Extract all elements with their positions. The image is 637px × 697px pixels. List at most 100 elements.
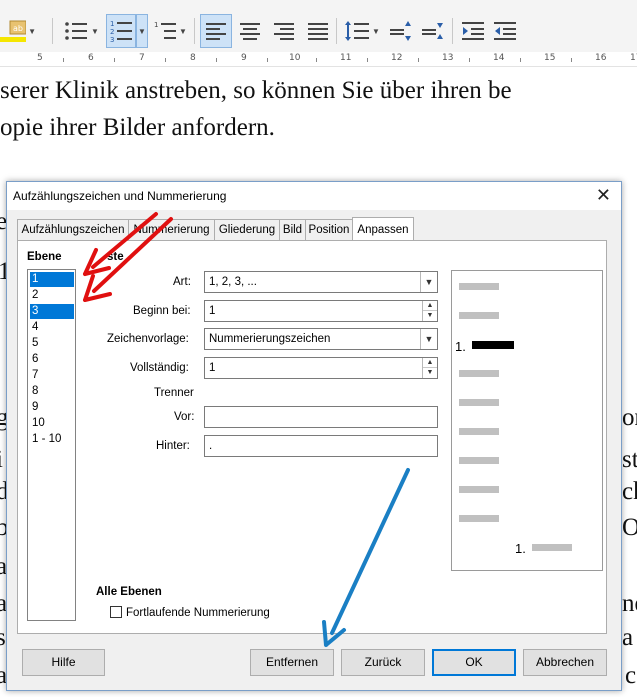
zeichenvorlage-combobox[interactable]: Nummerierungszeichen ▼ [204, 328, 438, 350]
tab-bild[interactable]: Bild [279, 219, 306, 240]
preview-number-label: 1. [455, 339, 466, 354]
ruler-number: 5 [37, 53, 43, 63]
tab-gliederung[interactable]: Gliederung [214, 219, 280, 240]
beginn-spinbox[interactable]: 1 ▲ ▼ [204, 300, 438, 322]
document-text-line[interactable]: opie ihrer Bilder anfordern. [0, 114, 275, 142]
paragraph-spacing-decrease-icon[interactable] [418, 14, 448, 48]
vor-input[interactable] [204, 406, 438, 428]
level-heading: Ebene [27, 251, 62, 263]
document-edge-text: c [625, 662, 637, 689]
svg-text:ab: ab [13, 24, 23, 33]
level-listbox[interactable]: 1 2 3 4 5 6 7 8 9 10 1 - 10 [27, 269, 76, 621]
document-edge-text: ch [622, 478, 637, 505]
hinter-input[interactable]: . [204, 435, 438, 457]
spin-buttons[interactable]: ▲ ▼ [422, 358, 437, 378]
level-item-3[interactable]: 3 [30, 304, 74, 319]
ruler[interactable]: 5 6 7 8 9 10 11 12 13 14 15 16 17 [0, 52, 637, 67]
outline-list-icon[interactable]: 1 ▼ [152, 14, 188, 48]
chevron-down-icon[interactable]: ▼ [420, 272, 437, 292]
svg-text:2: 2 [110, 28, 114, 36]
level-item-9[interactable]: 9 [30, 400, 74, 415]
paragraph-spacing-increase-icon[interactable] [386, 14, 416, 48]
dialog-titlebar[interactable]: Aufzählungszeichen und Nummerierung ✕ [7, 182, 621, 210]
preview-line [459, 486, 499, 493]
preview-line [459, 457, 499, 464]
ok-button[interactable]: OK [432, 649, 516, 676]
preview-line [459, 428, 499, 435]
tab-nummerierung[interactable]: Nummerierung [128, 219, 215, 240]
level-item-6[interactable]: 6 [30, 352, 74, 367]
align-left-icon[interactable] [200, 14, 232, 48]
formatting-toolbar: ab ▼ ▼ 123 ▼ 1 ▼ ▼ [0, 0, 637, 53]
line-spacing-icon[interactable]: ▼ [342, 14, 382, 48]
art-value: 1, 2, 3, ... [209, 276, 257, 288]
level-item-all[interactable]: 1 - 10 [30, 432, 74, 447]
level-item-7[interactable]: 7 [30, 368, 74, 383]
ruler-number: 11 [340, 53, 352, 63]
indent-decrease-icon[interactable] [490, 14, 520, 48]
level-item-2[interactable]: 2 [30, 288, 74, 303]
ruler-number: 15 [544, 53, 556, 63]
svg-text:3: 3 [110, 36, 114, 43]
ruler-number: 14 [493, 53, 505, 63]
chevron-down-icon[interactable]: ▼ [420, 329, 437, 349]
document-edge-text: O [622, 514, 637, 541]
vollstaendig-label: Vollständig: [130, 362, 189, 374]
align-center-icon[interactable] [234, 14, 266, 48]
preview-line [459, 283, 499, 290]
dialog-title: Aufzählungszeichen und Nummerierung [13, 189, 227, 203]
ruler-number: 9 [241, 53, 247, 63]
ordered-list-dropdown-icon[interactable]: ▼ [136, 14, 148, 48]
vollstaendig-spinbox[interactable]: 1 ▲ ▼ [204, 357, 438, 379]
level-item-10[interactable]: 10 [30, 416, 74, 431]
unordered-list-icon[interactable]: ▼ [62, 14, 100, 48]
document-text-line[interactable]: serer Klinik anstreben, so können Sie üb… [0, 77, 512, 105]
tab-position[interactable]: Position [305, 219, 353, 240]
continuous-numbering-label[interactable]: Fortlaufende Nummerierung [126, 607, 270, 619]
justify-icon[interactable] [302, 14, 334, 48]
zeichenvorlage-label: Zeichenvorlage: [107, 333, 189, 345]
level-item-5[interactable]: 5 [30, 336, 74, 351]
remove-button[interactable]: Entfernen [250, 649, 334, 676]
level-item-8[interactable]: 8 [30, 384, 74, 399]
highlight-color-icon[interactable]: ab ▼ [0, 14, 36, 48]
numbering-preview: 1. 1. [451, 270, 603, 571]
tab-anpassen[interactable]: Anpassen [352, 217, 414, 240]
back-button[interactable]: Zurück [341, 649, 425, 676]
spin-buttons[interactable]: ▲ ▼ [422, 301, 437, 321]
preview-line [459, 312, 499, 319]
svg-text:1: 1 [154, 21, 158, 29]
ruler-number: 16 [595, 53, 607, 63]
continuous-numbering-checkbox[interactable] [110, 606, 122, 618]
cancel-button[interactable]: Abbrechen [523, 649, 607, 676]
help-button[interactable]: Hilfe [22, 649, 105, 676]
ordered-list-icon[interactable]: 123 [106, 14, 136, 48]
trenner-label: Trenner [154, 387, 194, 399]
preview-line [459, 515, 499, 522]
ruler-number: 6 [88, 53, 94, 63]
document-edge-text: ne [622, 590, 637, 617]
vor-label: Vor: [174, 411, 195, 423]
ruler-number: 12 [391, 53, 403, 63]
document-edge-text: or [622, 404, 637, 431]
align-right-icon[interactable] [268, 14, 300, 48]
ruler-number: 17 [630, 53, 637, 63]
level-item-1[interactable]: 1 [30, 272, 74, 287]
document-edge-text: s [0, 624, 6, 651]
ruler-number: 13 [442, 53, 454, 63]
list-heading: ste [107, 251, 124, 263]
document-edge-text: st [622, 446, 637, 473]
beginn-label: Beginn bei: [133, 305, 191, 317]
indent-increase-icon[interactable] [458, 14, 488, 48]
svg-text:1: 1 [110, 20, 114, 28]
preview-number-label: 1. [515, 541, 526, 556]
preview-line [459, 370, 499, 377]
preview-line [459, 399, 499, 406]
preview-line [532, 544, 572, 551]
close-icon[interactable]: ✕ [596, 185, 611, 205]
art-combobox[interactable]: 1, 2, 3, ... ▼ [204, 271, 438, 293]
tab-aufzaehlungszeichen[interactable]: Aufzählungszeichen [17, 219, 129, 240]
level-item-4[interactable]: 4 [30, 320, 74, 335]
ruler-number: 10 [289, 53, 301, 63]
preview-line-active [472, 341, 514, 349]
